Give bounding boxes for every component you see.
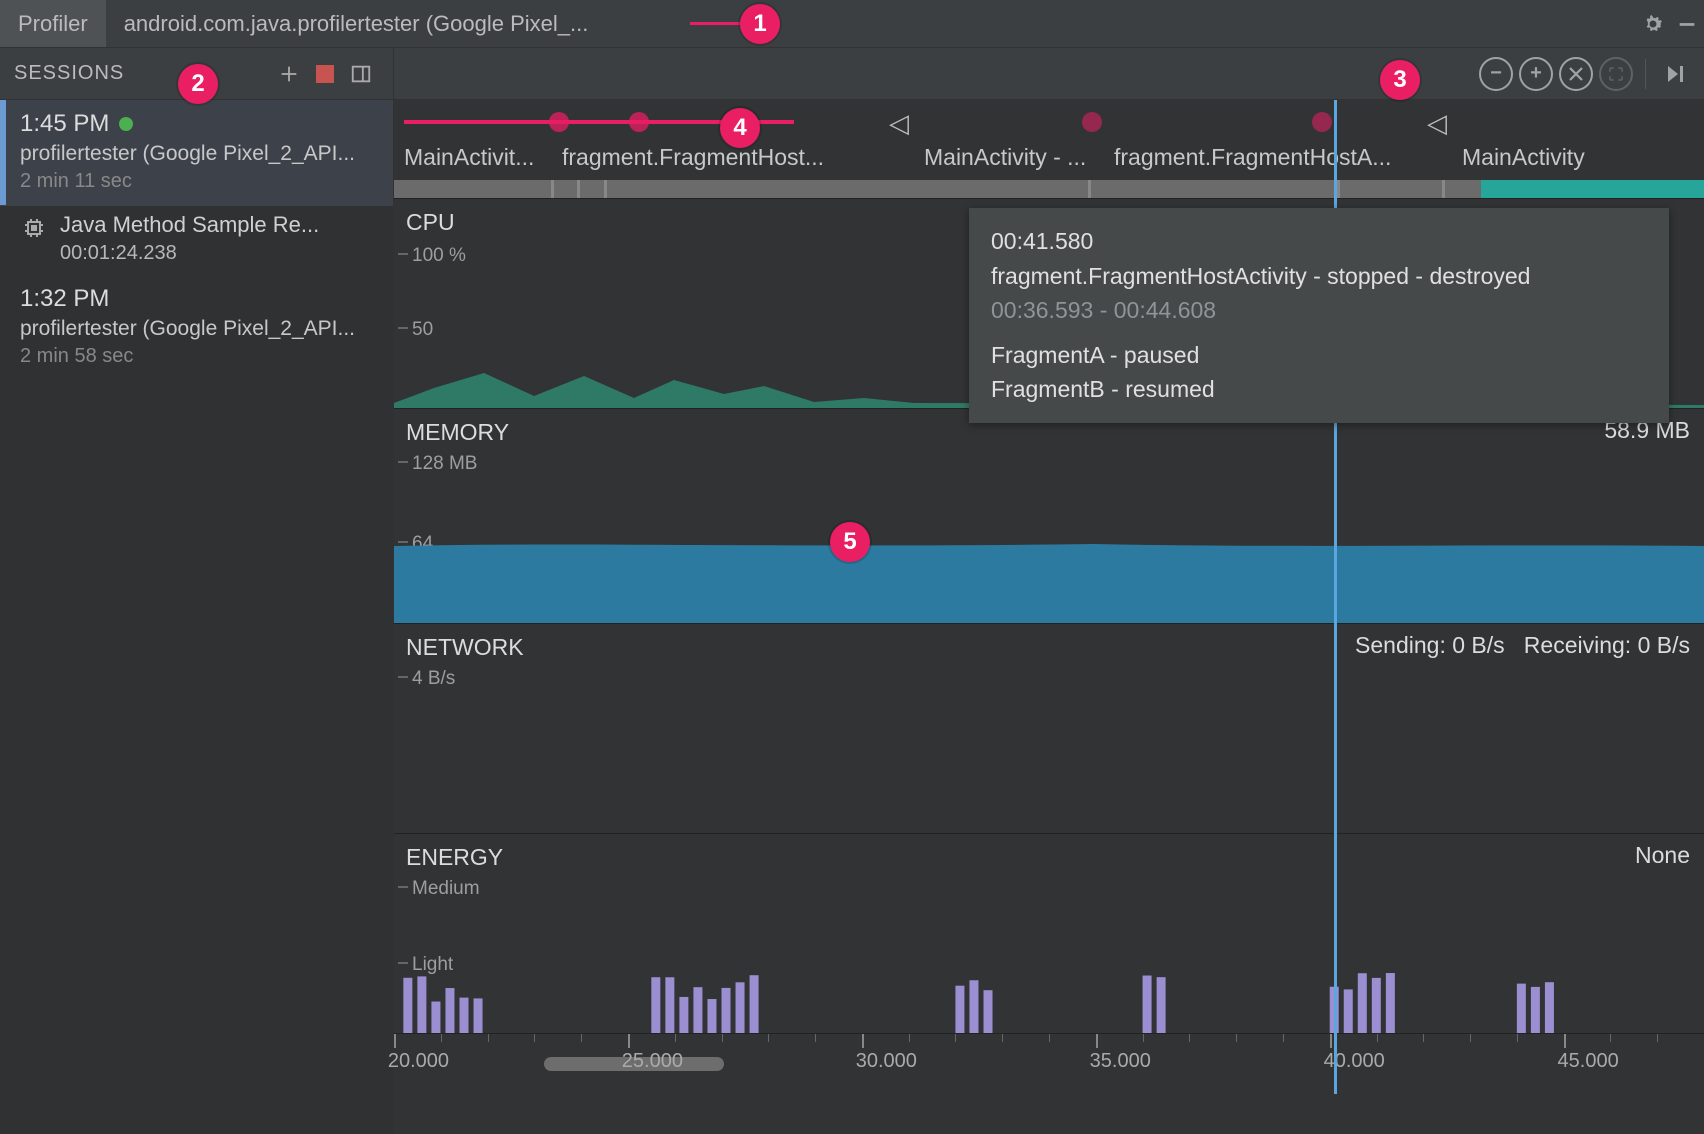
session-item[interactable]: 1:32 PM profilertester (Google Pixel_2_A… [0,275,393,381]
network-value: Sending: 0 B/s Receiving: 0 B/s [1355,632,1690,659]
session-item[interactable]: 1:45 PM profilertester (Google Pixel_2_A… [0,100,393,206]
ruler-label: 25.000 [622,1050,683,1073]
live-dot-icon [119,117,133,131]
time-ruler[interactable]: 20.00025.00030.00035.00040.00045.000 [394,1033,1704,1073]
profiler-tab[interactable]: Profiler [0,0,106,47]
callout-3: 3 [1380,60,1420,100]
energy-pane[interactable]: ENERGY None Medium Light [394,833,1704,1033]
energy-chart [394,833,1704,1033]
sessions-label: SESSIONS [14,62,124,85]
tooltip-extra: FragmentB - resumed [991,372,1647,407]
back-event-icon: ◁ [1427,108,1447,139]
ruler-label: 20.000 [388,1050,449,1073]
tooltip-range: 00:36.593 - 00:44.608 [991,293,1647,328]
tooltip-extra: FragmentA - paused [991,338,1647,373]
ruler-label: 45.000 [1558,1050,1619,1073]
event-tooltip: 00:41.580 fragment.FragmentHostActivity … [969,208,1669,423]
tooltip-time: 00:41.580 [991,224,1647,259]
activity-label: MainActivity [1462,144,1585,171]
trace-recording-item[interactable]: Java Method Sample Re... 00:01:24.238 [0,206,393,275]
callout-2: 2 [178,64,218,104]
ruler-label: 35.000 [1090,1050,1151,1073]
trace-label: Java Method Sample Re... [60,212,379,238]
callout-4: 4 [720,108,760,148]
minimize-icon[interactable] [1670,7,1704,41]
trace-time: 00:01:24.238 [60,242,379,265]
activity-label: MainActivit... [404,144,534,171]
title-bar: Profiler android.com.java.profilertester… [0,0,1704,48]
activity-label: MainActivity - ... [924,144,1086,171]
callout-5: 5 [830,522,870,562]
zoom-out-button[interactable]: − [1479,57,1513,91]
minimap[interactable] [394,180,1704,198]
zoom-toolbar: − + [394,48,1704,100]
callout-1: 1 [740,4,780,44]
zoom-in-button[interactable]: + [1519,57,1553,91]
add-session-icon[interactable] [271,56,307,92]
reset-zoom-button[interactable] [1559,57,1593,91]
ruler-label: 30.000 [856,1050,917,1073]
session-duration: 2 min 11 sec [20,170,379,193]
session-duration: 2 min 58 sec [20,345,379,368]
activity-lifecycle-row[interactable]: ◁ ◁ MainActivit... fragment.FragmentHost… [394,100,1704,180]
go-live-button[interactable] [1658,57,1692,91]
back-event-icon: ◁ [889,108,909,139]
memory-pane[interactable]: MEMORY 58.9 MB 128 MB 64 [394,408,1704,623]
session-time: 1:32 PM [20,285,109,313]
device-process-selector[interactable]: android.com.java.profilertester (Google … [106,0,607,47]
ruler-label: 40.000 [1324,1050,1385,1073]
axis-label: 4 B/s [412,668,455,690]
session-name: profilertester (Google Pixel_2_API... [20,142,379,166]
panel-layout-icon[interactable] [343,56,379,92]
tooltip-main: fragment.FragmentHostActivity - stopped … [991,259,1647,294]
zoom-to-selection-button[interactable] [1599,57,1633,91]
session-time: 1:45 PM [20,110,109,138]
timeline-area[interactable]: ◁ ◁ MainActivit... fragment.FragmentHost… [394,100,1704,1134]
stop-session-icon[interactable] [307,56,343,92]
memory-chart [394,408,1704,623]
cpu-chip-icon [22,216,46,245]
network-pane[interactable]: NETWORK Sending: 0 B/s Receiving: 0 B/s … [394,623,1704,833]
activity-label: fragment.FragmentHostA... [1114,144,1391,171]
session-name: profilertester (Google Pixel_2_API... [20,317,379,341]
activity-label: fragment.FragmentHost... [562,144,824,171]
profiler-main: − + ◁ ◁ MainActivit [394,48,1704,1134]
sessions-panel: SESSIONS 1:45 PM profilertester (Google … [0,48,394,1134]
gear-icon[interactable] [1636,7,1670,41]
